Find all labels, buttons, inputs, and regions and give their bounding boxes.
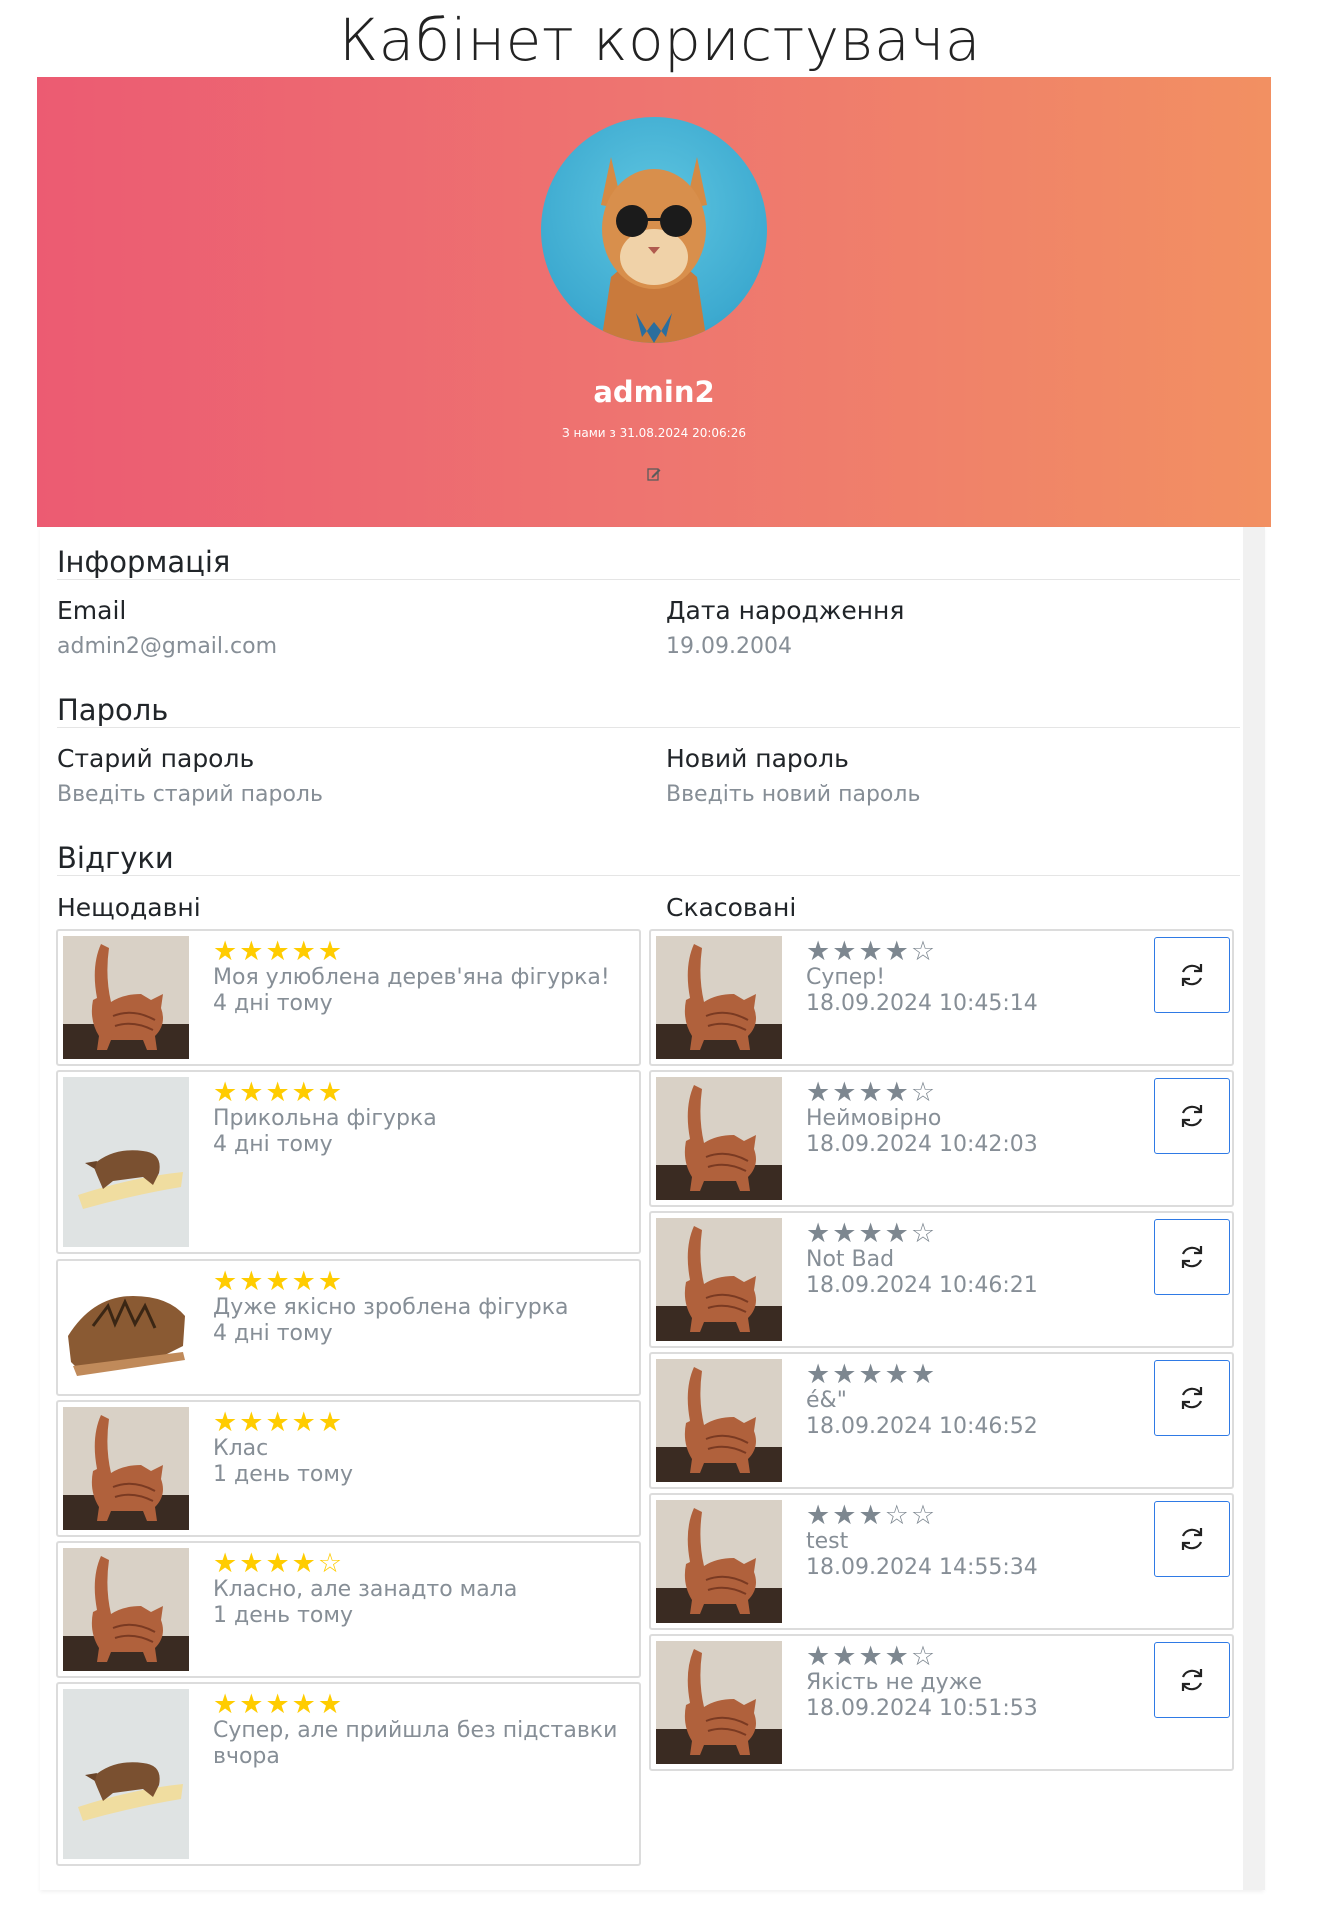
rating-stars: ★★★★★ [213, 1689, 345, 1720]
product-thumbnail [63, 936, 189, 1059]
review-card: ★★★★☆ Класно, але занадто мала 1 день тому [56, 1541, 641, 1678]
old-password-label: Старий пароль [57, 744, 255, 773]
rating-stars: ★★★★★ [806, 1359, 938, 1390]
product-thumbnail [656, 1359, 782, 1482]
review-time: 4 дні тому [213, 1132, 333, 1157]
rating-stars: ★★★★☆ [806, 1218, 938, 1249]
review-card: ★★★★☆ Неймовірно 18.09.2024 10:42:03 [649, 1070, 1234, 1207]
product-thumbnail [63, 1077, 189, 1247]
review-card: ★★★☆☆ test 18.09.2024 14:55:34 [649, 1493, 1234, 1630]
rating-stars: ★★★★★ [213, 1266, 345, 1297]
divider [57, 727, 1240, 728]
rating-stars: ★★★★★ [213, 1077, 345, 1108]
review-card: ★★★★★ é&" 18.09.2024 10:46:52 [649, 1352, 1234, 1489]
rating-stars: ★★★☆☆ [806, 1500, 938, 1531]
cancelled-reviews-title: Скасовані [666, 893, 797, 922]
review-text: Моя улюблена дерев'яна фігурка! 4 дні том… [213, 965, 633, 1017]
new-password-field[interactable]: Введіть новий пароль [666, 782, 920, 807]
review-card: ★★★★☆ Якість не дуже 18.09.2024 10:51:53 [649, 1634, 1234, 1771]
birthdate-label: Дата народження [666, 596, 905, 625]
recent-reviews-title: Нещодавні [57, 893, 201, 922]
product-thumbnail [656, 936, 782, 1059]
username: admin2 [593, 375, 715, 409]
reviews-section-title: Відгуки [57, 841, 174, 875]
rating-stars: ★★★★★ [213, 1407, 345, 1438]
review-time: 4 дні тому [213, 1321, 333, 1346]
profile-header: admin2 З нами з 31.08.2024 20:06:26 [37, 77, 1271, 527]
review-comment: Клас [213, 1436, 269, 1461]
product-thumbnail [656, 1218, 782, 1341]
product-thumbnail [63, 1689, 189, 1859]
product-thumbnail [656, 1500, 782, 1623]
review-comment: Супер, але прийшла без підставки [213, 1718, 618, 1743]
email-label: Email [57, 596, 127, 625]
restore-review-button[interactable] [1154, 1219, 1230, 1295]
refresh-icon [1181, 1528, 1203, 1550]
review-text: Класно, але занадто мала 1 день тому [213, 1577, 633, 1629]
review-time: вчора [213, 1744, 280, 1769]
rating-stars: ★★★★☆ [806, 1077, 938, 1108]
refresh-icon [1181, 1246, 1203, 1268]
info-section-title: Інформація [57, 545, 231, 579]
scrollbar-track[interactable] [1243, 527, 1265, 1890]
restore-review-button[interactable] [1154, 1078, 1230, 1154]
review-time: 1 день тому [213, 1603, 353, 1628]
product-thumbnail [63, 1407, 189, 1530]
review-text: Клас 1 день тому [213, 1436, 633, 1488]
product-thumbnail [656, 1077, 782, 1200]
refresh-icon [1181, 1387, 1203, 1409]
divider [57, 875, 1240, 876]
review-card: ★★★★★ Моя улюблена дерев'яна фігурка! 4 дн… [56, 929, 641, 1066]
member-since: З нами з 31.08.2024 20:06:26 [562, 426, 746, 440]
restore-review-button[interactable] [1154, 1642, 1230, 1718]
new-password-label: Новий пароль [666, 744, 849, 773]
email-value: admin2@gmail.com [57, 634, 278, 659]
rating-stars: ★★★★★ [213, 936, 345, 967]
product-thumbnail [63, 1266, 189, 1389]
rating-stars: ★★★★☆ [806, 936, 938, 967]
divider [57, 579, 1240, 580]
review-time: 4 дні тому [213, 991, 333, 1016]
review-card: ★★★★★ Дуже якісно зроблена фігурка 4 дні т… [56, 1259, 641, 1396]
page-title: Кабінет користувача [339, 6, 981, 74]
review-comment: Моя улюблена дерев'яна фігурка! [213, 965, 610, 990]
review-time: 1 день тому [213, 1462, 353, 1487]
review-card: ★★★★★ Клас 1 день тому [56, 1400, 641, 1537]
review-comment: Прикольна фігурка [213, 1106, 437, 1131]
restore-review-button[interactable] [1154, 1501, 1230, 1577]
refresh-icon [1181, 964, 1203, 986]
birthdate-value: 19.09.2004 [666, 634, 792, 659]
review-text: Супер, але прийшла без підставки вчора [213, 1718, 633, 1770]
review-card: ★★★★☆ Not Bad 18.09.2024 10:46:21 [649, 1211, 1234, 1348]
refresh-icon [1181, 1105, 1203, 1127]
password-section-title: Пароль [57, 693, 169, 727]
review-card: ★★★★★ Прикольна фігурка 4 дні тому [56, 1070, 641, 1254]
product-thumbnail [63, 1548, 189, 1671]
edit-icon[interactable] [646, 466, 662, 482]
review-card: ★★★★☆ Супер! 18.09.2024 10:45:14 [649, 929, 1234, 1066]
rating-stars: ★★★★☆ [213, 1548, 345, 1579]
review-comment: Класно, але занадто мала [213, 1577, 518, 1602]
rating-stars: ★★★★☆ [806, 1641, 938, 1672]
restore-review-button[interactable] [1154, 1360, 1230, 1436]
review-card: ★★★★★ Супер, але прийшла без підставки вчо… [56, 1682, 641, 1866]
restore-review-button[interactable] [1154, 937, 1230, 1013]
review-text: Дуже якісно зроблена фігурка 4 дні тому [213, 1295, 633, 1347]
old-password-field[interactable]: Введіть старий пароль [57, 782, 323, 807]
product-thumbnail [656, 1641, 782, 1764]
review-text: Прикольна фігурка 4 дні тому [213, 1106, 633, 1158]
review-comment: Дуже якісно зроблена фігурка [213, 1295, 569, 1320]
avatar [541, 117, 767, 343]
refresh-icon [1181, 1669, 1203, 1691]
